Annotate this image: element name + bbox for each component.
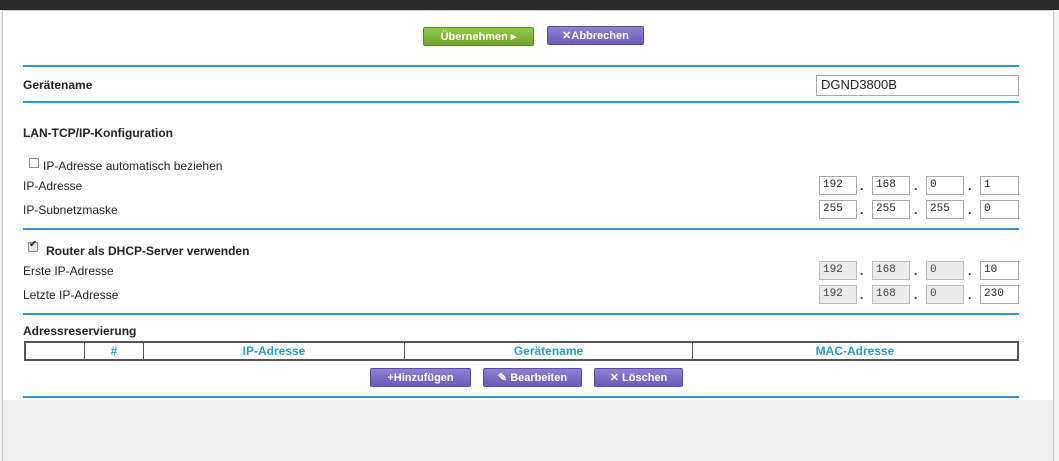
dhcp-server-label: Router als DHCP-Server verwenden <box>46 244 250 258</box>
octet-separator: . <box>914 179 918 193</box>
octet-separator: . <box>860 179 864 193</box>
octet-separator: . <box>860 288 864 302</box>
device-name-input[interactable]: DGND3800B <box>816 75 1019 96</box>
column-header-mac-address: MAC-Adresse <box>815 344 895 358</box>
subnet-octet-2-input[interactable]: 255 <box>872 200 910 219</box>
panel-footer <box>3 400 1053 461</box>
edit-button[interactable]: ✎ Bearbeiten <box>483 368 582 387</box>
column-header-number: # <box>85 343 144 359</box>
reservation-title: Adressreservierung <box>23 324 137 338</box>
octet-separator: . <box>914 288 918 302</box>
close-icon: ✕ <box>609 372 623 384</box>
top-bar: ▀▀▀ ▀▀ <box>0 0 1059 10</box>
check-icon: ✔ <box>29 239 38 250</box>
last-ip-octet-4-input[interactable]: 230 <box>980 285 1019 304</box>
column-header-select <box>26 343 85 359</box>
subnet-octet-3-input[interactable]: 255 <box>926 200 964 219</box>
ip-address-label: IP-Adresse <box>23 179 83 193</box>
ip-octet-4-input[interactable]: 1 <box>980 176 1019 195</box>
divider <box>23 396 1019 398</box>
delete-label: Löschen <box>622 372 668 384</box>
auto-ip-checkbox[interactable] <box>29 158 39 168</box>
subnet-octet-4-input[interactable]: 0 <box>980 200 1019 219</box>
octet-separator: . <box>914 203 918 217</box>
ip-octet-2-input[interactable]: 168 <box>872 176 910 195</box>
lan-section-title: LAN-TCP/IP-Konfiguration <box>23 126 173 140</box>
octet-separator: . <box>968 288 972 302</box>
divider <box>23 101 1019 103</box>
octet-separator: . <box>860 264 864 278</box>
octet-separator: . <box>860 203 864 217</box>
divider <box>23 228 1019 230</box>
last-ip-octet-3-input: 0 <box>926 285 964 304</box>
octet-separator: . <box>968 179 972 193</box>
first-ip-octet-4-input[interactable]: 10 <box>980 261 1019 280</box>
last-ip-label: Letzte IP-Adresse <box>23 288 119 302</box>
column-header-ip-address: IP-Adresse <box>144 343 405 359</box>
column-header-device-name: Gerätename <box>405 343 693 359</box>
last-ip-octet-2-input: 168 <box>872 285 910 304</box>
divider <box>23 65 1019 67</box>
reservation-table-header: # IP-Adresse Gerätename MAC-Adresse <box>24 341 1019 361</box>
subnet-octet-1-input[interactable]: 255 <box>819 200 857 219</box>
octet-separator: . <box>968 264 972 278</box>
pencil-icon: ✎ <box>497 372 511 384</box>
apply-button[interactable]: Übernehmen ▸ <box>423 27 534 46</box>
cancel-label: Abbrechen <box>571 30 629 42</box>
ip-octet-3-input[interactable]: 0 <box>926 176 964 195</box>
first-ip-octet-1-input: 192 <box>819 261 857 280</box>
octet-separator: . <box>914 264 918 278</box>
ip-octet-1-input[interactable]: 192 <box>819 176 857 195</box>
apply-label: Übernehmen ▸ <box>440 31 517 43</box>
octet-separator: . <box>968 203 972 217</box>
close-icon: ✕ <box>562 30 572 42</box>
add-label: Hinzufügen <box>393 372 454 384</box>
divider <box>23 313 1019 315</box>
add-button[interactable]: +Hinzufügen <box>370 368 471 387</box>
subnet-mask-label: IP-Subnetzmaske <box>23 203 118 217</box>
first-ip-octet-3-input: 0 <box>926 261 964 280</box>
device-name-label: Gerätename <box>23 78 93 92</box>
auto-ip-label: IP-Adresse automatisch beziehen <box>43 159 223 173</box>
top-bar-title-fragment: ▀▀▀ ▀▀ <box>28 0 88 4</box>
edit-label: Bearbeiten <box>510 372 568 384</box>
cancel-button[interactable]: ✕Abbrechen <box>547 26 644 45</box>
dhcp-server-checkbox[interactable]: ✔ <box>28 239 38 252</box>
delete-button[interactable]: ✕ Löschen <box>594 368 683 387</box>
first-ip-octet-2-input: 168 <box>872 261 910 280</box>
first-ip-label: Erste IP-Adresse <box>23 264 114 278</box>
last-ip-octet-1-input: 192 <box>819 285 857 304</box>
